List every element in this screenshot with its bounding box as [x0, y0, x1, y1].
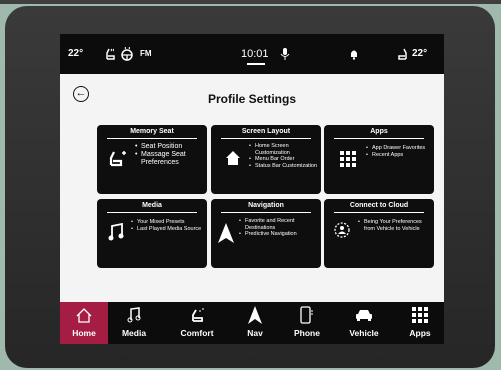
clock-underline — [247, 63, 265, 65]
navigation-arrow-icon — [236, 305, 274, 325]
list-item: Favorite and Recent Destinations — [239, 218, 319, 231]
nav-label: Comfort — [180, 328, 214, 338]
divider — [221, 212, 311, 213]
top-edge — [0, 0, 501, 4]
feature-list: Favorite and Recent Destinations Predict… — [239, 218, 319, 238]
apps-card[interactable]: Apps App Drawer Favorites Recent Apps — [324, 125, 434, 194]
navigation-arrow-icon — [218, 223, 234, 246]
divider — [107, 212, 197, 213]
media-card[interactable]: Media Your Mixed Presets Last Played Med… — [97, 199, 207, 268]
navigation-card[interactable]: Navigation Favorite and Recent Destinati… — [211, 199, 321, 268]
feature-list: Your Mixed Presets Last Played Media Sou… — [131, 219, 205, 232]
card-title: Connect to Cloud — [349, 202, 409, 209]
infotainment-screen: 22° FM 10:01 22° ← Profile Settings Memo… — [60, 34, 444, 344]
divider — [334, 138, 424, 139]
page-title: Profile Settings — [207, 92, 296, 106]
list-item: Being Your Preferences from Vehicle to V… — [358, 219, 432, 232]
music-note-icon — [110, 305, 158, 325]
cloud-profile-icon — [333, 221, 351, 242]
nav-label: Vehicle — [349, 328, 379, 338]
card-title: Apps — [370, 128, 388, 135]
nav-label: Home — [72, 328, 96, 338]
home-icon — [225, 150, 241, 169]
divider — [221, 138, 311, 139]
feature-list: Home Screen Customization Menu Bar Order… — [249, 143, 319, 169]
card-title: Memory Seat — [130, 128, 174, 135]
bottom-nav-bar: Home Media Comfort Nav Phone Vehicle App… — [60, 302, 444, 344]
list-item: Seat Position — [135, 143, 205, 151]
steering-wheel-heat-icon[interactable] — [120, 34, 134, 74]
microphone-icon[interactable] — [280, 34, 290, 74]
nav-nav[interactable]: Nav — [236, 302, 274, 344]
connect-to-cloud-card[interactable]: Connect to Cloud Being Your Preferences … — [324, 199, 434, 268]
nav-apps[interactable]: Apps — [400, 302, 440, 344]
list-item: Home Screen Customization — [249, 143, 319, 156]
card-title: Media — [142, 202, 162, 209]
phone-icon — [282, 305, 332, 325]
feature-list: App Drawer Favorites Recent Apps — [366, 145, 432, 158]
grid-icon — [340, 151, 356, 170]
radio-band[interactable]: FM — [140, 34, 152, 74]
nav-media[interactable]: Media — [110, 302, 158, 344]
music-note-icon — [108, 222, 124, 244]
heated-seat-icon — [167, 305, 227, 325]
nav-label: Nav — [247, 328, 263, 338]
screen-layout-card[interactable]: Screen Layout Home Screen Customization … — [211, 125, 321, 194]
passenger-seat-icon[interactable] — [395, 34, 409, 74]
bell-icon[interactable] — [349, 34, 359, 74]
list-item: Status Bar Customization — [249, 163, 319, 170]
grid-icon — [400, 305, 440, 325]
list-item: Predictive Navigation — [239, 231, 319, 238]
nav-home[interactable]: Home — [60, 302, 108, 344]
clock: 10:01 — [241, 48, 269, 60]
nav-label: Media — [121, 328, 147, 338]
list-item: Recent Apps — [366, 152, 432, 159]
nav-phone[interactable]: Phone — [282, 302, 332, 344]
divider — [107, 138, 197, 139]
feature-list: Seat Position Massage Seat Preferences — [135, 143, 205, 167]
nav-vehicle[interactable]: Vehicle — [339, 302, 389, 344]
nav-label: Phone — [294, 328, 320, 338]
home-outline-icon — [60, 305, 108, 325]
memory-seat-card[interactable]: Memory Seat Seat Position Massage Seat P… — [97, 125, 207, 194]
list-item: Massage Seat Preferences — [135, 151, 205, 167]
passenger-temperature[interactable]: 22° — [412, 34, 427, 74]
heated-seat-icon[interactable] — [104, 34, 118, 74]
nav-label: Apps — [409, 328, 431, 338]
card-title: Navigation — [248, 202, 284, 209]
list-item: Last Played Media Source — [131, 226, 205, 233]
divider — [334, 212, 424, 213]
feature-list: Being Your Preferences from Vehicle to V… — [358, 219, 432, 232]
card-title: Screen Layout — [241, 128, 291, 135]
status-bar: 22° FM 10:01 22° — [60, 34, 444, 74]
nav-comfort[interactable]: Comfort — [167, 302, 227, 344]
driver-temperature[interactable]: 22° — [68, 34, 83, 74]
car-icon — [339, 305, 389, 325]
seat-icon — [108, 149, 128, 170]
